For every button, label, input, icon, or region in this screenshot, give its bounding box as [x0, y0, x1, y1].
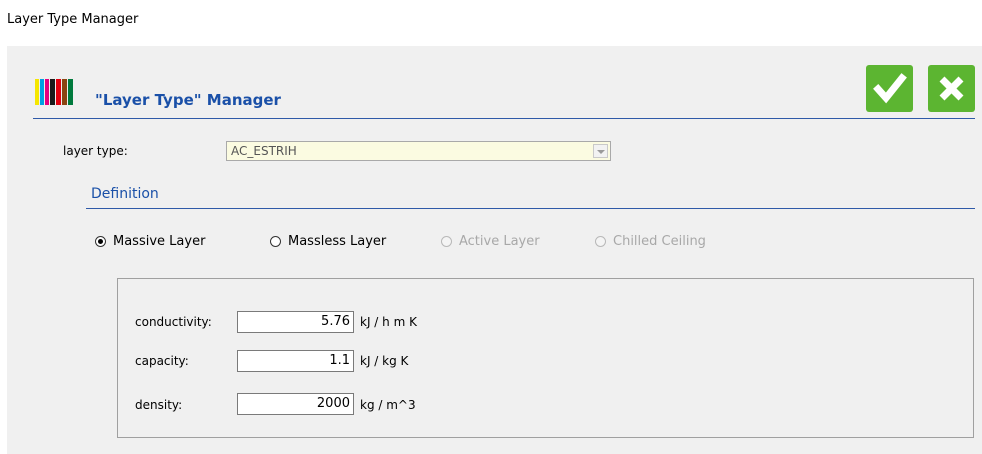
ok-button[interactable]	[866, 65, 913, 112]
definition-section-title: Definition	[91, 186, 159, 202]
checkmark-icon	[873, 73, 907, 104]
density-input[interactable]: 2000	[237, 393, 354, 415]
header-divider	[33, 118, 975, 119]
capacity-label: capacity:	[135, 354, 189, 368]
layer-type-value: AC_ESTRIH	[231, 144, 297, 158]
radio-dot-icon	[595, 236, 606, 247]
close-icon	[939, 76, 964, 101]
layer-type-select[interactable]: AC_ESTRIH	[226, 141, 611, 161]
cancel-button[interactable]	[928, 65, 975, 112]
layer-type-label: layer type:	[63, 144, 128, 158]
density-unit: kg / m^3	[360, 398, 416, 412]
radio-dot-icon	[270, 236, 281, 247]
definition-divider	[86, 208, 975, 209]
manager-title: "Layer Type" Manager	[95, 91, 281, 109]
conductivity-input[interactable]: 5.76	[237, 311, 354, 333]
conductivity-label: conductivity:	[135, 315, 212, 329]
radio-dot-icon	[441, 236, 452, 247]
density-label: density:	[135, 398, 183, 412]
layer-colors-logo-icon	[35, 79, 73, 105]
radio-dot-icon	[95, 236, 106, 247]
capacity-unit: kJ / kg K	[360, 354, 409, 368]
chevron-down-icon[interactable]	[593, 144, 608, 158]
window-title: Layer Type Manager	[7, 12, 139, 27]
capacity-input[interactable]: 1.1	[237, 350, 354, 372]
conductivity-unit: kJ / h m K	[360, 315, 417, 329]
